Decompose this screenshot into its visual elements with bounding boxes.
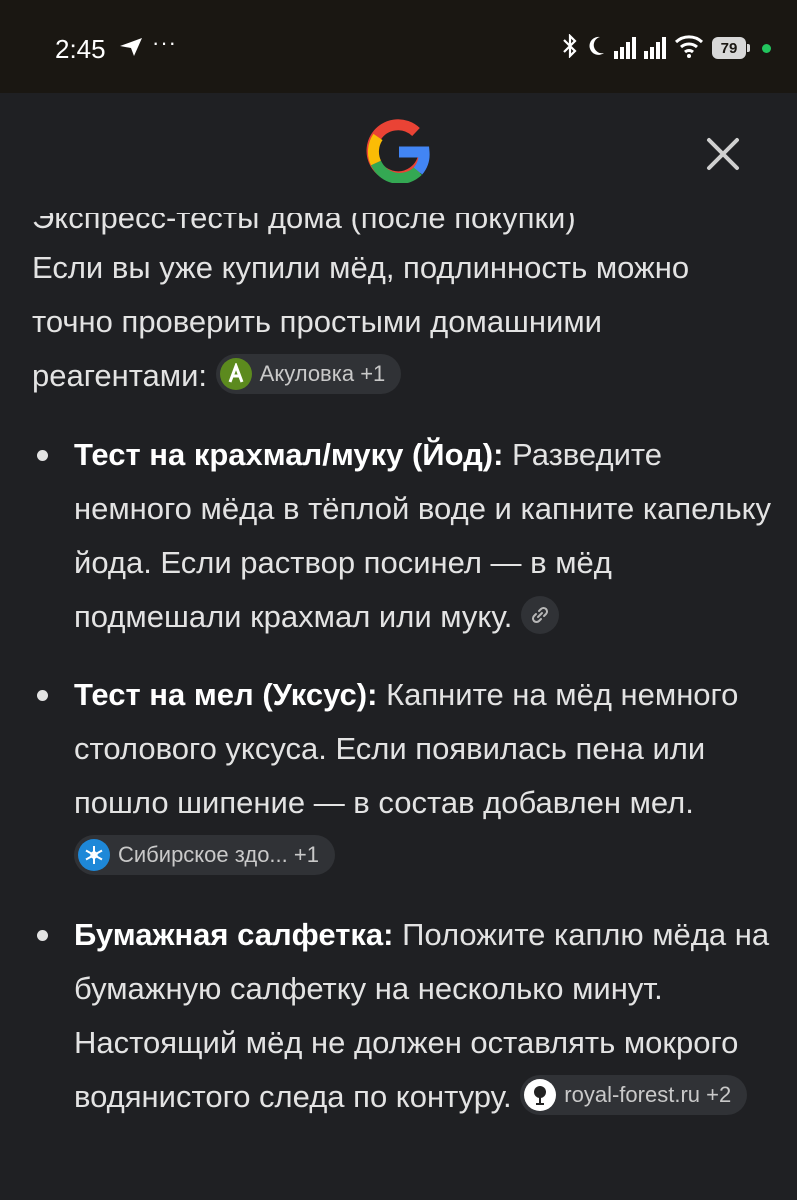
link-icon[interactable] — [520, 595, 559, 634]
signal-icon-sim1 — [614, 37, 636, 59]
panel-header — [0, 93, 797, 213]
akulovka-logo-icon — [219, 357, 252, 390]
list-item-title: Бумажная салфетка: — [74, 917, 394, 952]
moon-icon — [586, 35, 606, 62]
bluetooth-icon — [562, 32, 578, 63]
source-chip[interactable]: Акуловка +1 — [215, 353, 402, 394]
navigation-arrow-icon — [118, 36, 144, 63]
list-item: Тест на крахмал/муку (Йод): Разведите не… — [32, 428, 772, 644]
tests-list: Тест на крахмал/муку (Йод): Разведите не… — [32, 428, 772, 1148]
tree-logo-icon — [524, 1078, 557, 1111]
battery-indicator: 79 — [712, 37, 750, 59]
close-icon[interactable] — [702, 133, 744, 175]
wifi-icon — [674, 34, 704, 63]
list-item-title: Тест на мел (Уксус): — [74, 677, 378, 712]
source-chip[interactable]: Сибирское здо... +1 — [74, 834, 335, 875]
source-chip[interactable]: royal-forest.ru +2 — [520, 1074, 748, 1115]
status-icons: 79 — [562, 32, 771, 64]
snowflake-logo-icon — [78, 838, 110, 871]
source-chip-label: royal-forest.ru +2 — [564, 1081, 732, 1107]
source-chip-label: Сибирское здо... +1 — [118, 841, 319, 867]
status-more-dots: ··· — [152, 30, 177, 55]
google-g-icon — [366, 119, 430, 184]
signal-icon-sim2 — [644, 37, 666, 59]
source-chip-label: Акуловка +1 — [259, 360, 386, 386]
answer-content: Экспресс-тесты дома (после покупки) Если… — [0, 213, 797, 1200]
privacy-indicator-dot — [762, 43, 771, 53]
intro-paragraph: Если вы уже купили мёд, подлинность можн… — [32, 241, 772, 403]
list-item: Бумажная салфетка: Положите каплю мёда н… — [32, 908, 772, 1124]
status-time: 2:45 — [55, 34, 106, 64]
status-bar: 2:45 ··· 79 — [0, 0, 797, 93]
list-item: Тест на мел (Уксус): Капните на мёд немн… — [32, 668, 772, 884]
list-item-title: Тест на крахмал/муку (Йод): — [74, 437, 504, 472]
